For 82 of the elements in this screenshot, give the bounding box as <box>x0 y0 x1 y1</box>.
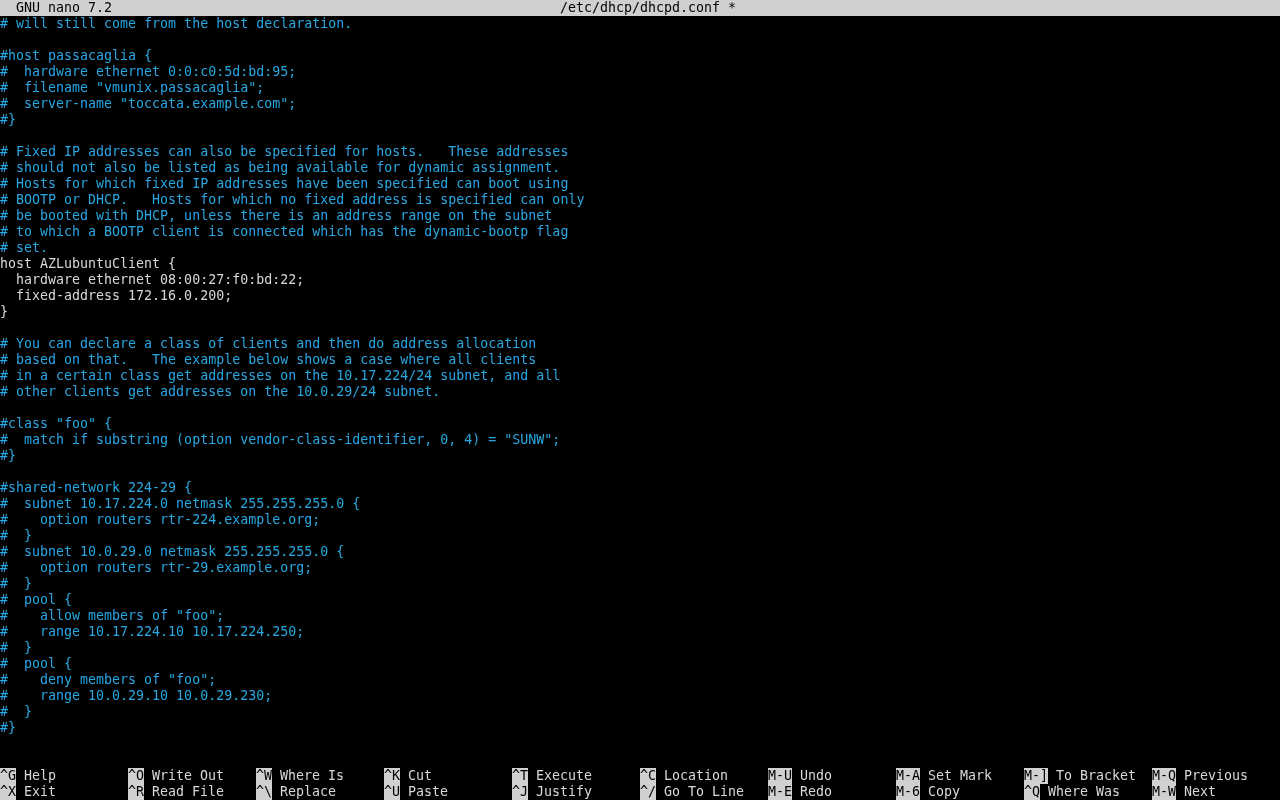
shortcut-label: Redo <box>800 784 833 800</box>
shortcut-key: M-E <box>768 784 793 800</box>
code-line: hardware ethernet 08:00:27:f0:bd:22; <box>15 272 305 288</box>
app-version: GNU nano 7.2 <box>16 0 114 16</box>
shortcut-key: ^J <box>512 784 528 800</box>
comment-line: # } <box>0 528 33 544</box>
shortcut-key: M-A <box>896 768 921 784</box>
comment-line: # match if substring (option vendor-class-identifier, 0, 4) = "SUNW"; <box>0 432 561 448</box>
comment-line: # } <box>0 576 33 592</box>
comment-line: # other clients get addresses on the 10.0.29/24 subnet. <box>0 384 441 400</box>
comment-line: # pool { <box>0 656 73 672</box>
comment-line: # in a certain class get addresses on the 10.17.224/24 subnet, and all <box>0 368 561 384</box>
shortcut-key: ^\ <box>256 784 272 800</box>
comment-line: # deny members of "foo"; <box>0 672 217 688</box>
comment-line: # range 10.17.224.10 10.17.224.250; <box>0 624 305 640</box>
comment-line: # } <box>0 640 33 656</box>
shortcut-key: ^O <box>128 768 144 784</box>
shortcut-key: M-U <box>768 768 793 784</box>
comment-line: #shared-network 224-29 { <box>0 480 193 496</box>
comment-line: # to which a BOOTP client is connected which has the dynamic-bootp flag <box>0 224 569 240</box>
comment-line: # BOOTP or DHCP. Hosts for which no fixed address is specified can only <box>0 192 585 208</box>
shortcut-key: ^U <box>384 784 400 800</box>
shortcut-label: Paste <box>408 784 449 800</box>
shortcut-label: Location <box>664 768 729 784</box>
comment-line: # allow members of "foo"; <box>0 608 225 624</box>
shortcut-key: ^Q <box>1024 784 1040 800</box>
shortcut-key: ^X <box>0 784 16 800</box>
shortcut-label: Exit <box>24 784 57 800</box>
shortcut-label: Copy <box>928 784 961 800</box>
shortcut-key: M-W <box>1152 784 1177 800</box>
comment-line: #} <box>0 720 16 736</box>
comment-line: #class "foo" { <box>0 416 113 432</box>
shortcut-label: Set Mark <box>928 768 993 784</box>
comment-line: # pool { <box>0 592 73 608</box>
code-line: host AZLubuntuClient { <box>0 256 177 272</box>
shortcut-key: M-Q <box>1152 768 1177 784</box>
shortcut-label: Where Was <box>1048 784 1121 800</box>
comment-line: # filename "vmunix.passacaglia"; <box>0 80 265 96</box>
comment-line: # will still come from the host declaration. <box>0 16 353 32</box>
comment-line: # range 10.0.29.10 10.0.29.230; <box>0 688 273 704</box>
shortcut-label: Execute <box>536 768 593 784</box>
shortcut-label: Help <box>24 768 57 784</box>
shortcut-key: ^T <box>512 768 528 784</box>
shortcut-label: Read File <box>152 784 225 800</box>
comment-line: # Fixed IP addresses can also be specified for hosts. These addresses <box>0 144 569 160</box>
shortcut-label: Replace <box>280 784 337 800</box>
shortcut-key: M-6 <box>896 784 921 800</box>
comment-line: # } <box>0 704 33 720</box>
comment-line: # subnet 10.0.29.0 netmask 255.255.255.0 { <box>0 544 345 560</box>
shortcut-label: Previous <box>1184 768 1249 784</box>
comment-line: # set. <box>0 240 49 256</box>
comment-line: # should not also be listed as being available for dynamic assignment. <box>0 160 561 176</box>
file-name: /etc/dhcp/dhcpd.conf * <box>559 0 737 16</box>
shortcut-key: ^C <box>640 768 656 784</box>
shortcut-label: To Bracket <box>1056 768 1137 784</box>
comment-line: # hardware ethernet 0:0:c0:5d:bd:95; <box>0 64 297 80</box>
comment-line: # subnet 10.17.224.0 netmask 255.255.255.0 { <box>0 496 361 512</box>
shortcut-key: ^R <box>128 784 144 800</box>
shortcut-label: Go To Line <box>664 784 745 800</box>
code-line: fixed-address 172.16.0.200; <box>15 288 233 304</box>
shortcut-label: Write Out <box>152 768 225 784</box>
shortcut-label: Where Is <box>280 768 345 784</box>
comment-line: # You can declare a class of clients and then do address allocation <box>0 336 537 352</box>
shortcut-label: Cut <box>408 768 433 784</box>
comment-line: #host passacaglia { <box>0 48 153 64</box>
shortcut-label: Next <box>1184 784 1217 800</box>
shortcut-label: Justify <box>536 784 593 800</box>
comment-line: #} <box>0 112 16 128</box>
shortcut-key: ^W <box>256 768 272 784</box>
code-line: } <box>0 304 8 320</box>
comment-line: # based on that. The example below shows a case where all clients <box>0 352 537 368</box>
shortcut-key: ^K <box>384 768 400 784</box>
shortcut-label: Undo <box>800 768 833 784</box>
shortcut-key: ^/ <box>640 784 656 800</box>
comment-line: # server-name "toccata.example.com"; <box>0 96 297 112</box>
comment-line: # be booted with DHCP, unless there is an address range on the subnet <box>0 208 553 224</box>
comment-line: # option routers rtr-29.example.org; <box>0 560 313 576</box>
shortcut-key: M-] <box>1024 768 1049 784</box>
comment-line: # Hosts for which fixed IP addresses have been specified can boot using <box>0 176 569 192</box>
shortcut-key: ^G <box>0 768 16 784</box>
comment-line: #} <box>0 448 16 464</box>
comment-line: # option routers rtr-224.example.org; <box>0 512 321 528</box>
